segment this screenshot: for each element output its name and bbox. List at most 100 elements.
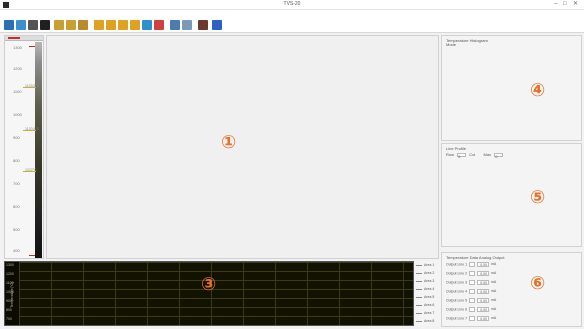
scale-tick: 400 [13, 248, 20, 253]
line-profile-label: ⑤ [530, 187, 546, 208]
camera-icon[interactable] [16, 20, 26, 30]
output-line-checkbox[interactable] [469, 262, 476, 267]
trend-label: ③ [201, 274, 217, 295]
analog-output-label: ⑥ [530, 273, 546, 294]
output-line-row: Output Line 1 0.00 mA [446, 262, 496, 267]
output-line-unit: mA [491, 271, 497, 276]
book-icon[interactable] [198, 20, 208, 30]
measure-area-icon[interactable] [66, 20, 76, 30]
output-line-checkbox[interactable] [469, 307, 476, 312]
thermal-image-view[interactable]: ① [46, 35, 439, 259]
scale-marker-label: 1120.5°C [25, 127, 40, 131]
trend-y-title: Temperature(°C) [10, 282, 14, 308]
scale-tick: 700 [13, 181, 20, 186]
legend-item[interactable]: Area 6 [416, 303, 434, 310]
output-line-row: Output Line 4 0.00 mA [446, 289, 496, 294]
legend-item[interactable]: Area 8 [416, 319, 434, 326]
scale-min-marker[interactable] [29, 255, 35, 256]
row-value: 0 [458, 153, 461, 159]
row-input[interactable]: 0 [457, 152, 467, 159]
output-line-row: Output Line 6 0.00 mA [446, 307, 496, 312]
output-line-checkbox[interactable] [469, 271, 476, 276]
freeze-icon[interactable] [28, 20, 38, 30]
legend-item[interactable]: Area 3 [416, 279, 434, 286]
output-line-row: Output Line 2 0.00 mA [446, 271, 496, 276]
output-line-value[interactable]: 0.00 [477, 298, 490, 303]
output-line-unit: mA [491, 280, 497, 285]
scale-tick: 600 [13, 204, 20, 209]
image-view-label: ① [221, 132, 237, 153]
image-icon[interactable] [142, 20, 152, 30]
legend-item[interactable]: Area 7 [416, 311, 434, 318]
scale-tick: 1200 [13, 66, 22, 71]
max-input[interactable]: 0 [494, 152, 504, 159]
analog-output-title: Temperature Data Analog Output [446, 255, 505, 260]
print-icon[interactable] [170, 20, 180, 30]
legend-item[interactable]: Area 1 [416, 263, 434, 270]
scale-indicator [8, 37, 20, 39]
output-line-value[interactable]: 0.00 [477, 271, 490, 276]
scale-marker-label: 1133.5°C [25, 84, 40, 88]
window-title: TVS-20 [283, 1, 301, 7]
output-line-row: Output Line 5 0.00 mA [446, 298, 496, 303]
output-line-value[interactable]: 0.00 [477, 289, 490, 294]
scale-tick: 1100 [13, 89, 22, 94]
legend-item[interactable]: Area 2 [416, 271, 434, 278]
scale-max-marker[interactable] [29, 46, 35, 47]
legend-item[interactable]: Area 5 [416, 295, 434, 302]
temperature-histogram-panel: Temperature Histogram Mode ④ [441, 35, 582, 141]
save-as-icon[interactable] [130, 20, 140, 30]
title-bar: TVS-20 – □ ✕ [0, 0, 584, 10]
output-line-value[interactable]: 0.00 [477, 262, 490, 267]
scale-tick: 800 [13, 158, 20, 163]
output-line-checkbox[interactable] [469, 316, 476, 321]
trend-y-tick: 800 [6, 308, 12, 312]
output-line-row: Output Line 7 0.00 mA [446, 316, 496, 321]
copy-icon[interactable] [182, 20, 192, 30]
output-line-unit: mA [491, 298, 497, 303]
output-line-label: Output Line 6 [446, 307, 468, 312]
max-value: 0 [495, 153, 498, 159]
output-line-unit: mA [491, 289, 497, 294]
max-label: Max [483, 152, 492, 157]
legend-item[interactable]: Area 4 [416, 287, 434, 294]
output-line-value[interactable]: 0.00 [477, 316, 490, 321]
histogram-label: ④ [530, 80, 546, 101]
close-button[interactable]: ✕ [573, 1, 578, 8]
save-icon[interactable] [118, 20, 128, 30]
video-icon[interactable] [154, 20, 164, 30]
output-line-row: Output Line 3 0.00 mA [446, 280, 496, 285]
palette-icon[interactable] [40, 20, 50, 30]
scale-tick: 900 [13, 135, 20, 140]
scale-marker-label: 1022°C [25, 168, 37, 172]
output-line-checkbox[interactable] [469, 289, 476, 294]
scale-tick: 1000 [13, 112, 22, 117]
col-label: Col [469, 152, 476, 157]
output-line-label: Output Line 1 [446, 262, 468, 267]
output-line-checkbox[interactable] [469, 298, 476, 303]
output-line-label: Output Line 2 [446, 271, 468, 276]
temperature-trend-chart[interactable]: 1300 1200 1100 1000 900 800 700 Temperat… [4, 261, 414, 326]
output-line-checkbox[interactable] [469, 280, 476, 285]
measure-icon[interactable] [54, 20, 64, 30]
output-line-value[interactable]: 0.00 [477, 307, 490, 312]
trend-legend: Area 1 Area 2 Area 3 Area 4 Area 5 Area … [415, 261, 441, 326]
row-label: Row [446, 152, 455, 157]
line-profile-controls: Row 0 Col Max 0 [446, 152, 505, 159]
output-line-label: Output Line 3 [446, 280, 468, 285]
color-scale-bar[interactable] [35, 42, 42, 258]
folder-icon[interactable] [94, 20, 104, 30]
folder-open-icon[interactable] [106, 20, 116, 30]
output-line-unit: mA [491, 316, 497, 321]
export-icon[interactable] [78, 20, 88, 30]
help-icon[interactable] [212, 20, 222, 30]
maximize-button[interactable]: □ [563, 1, 567, 8]
line-profile-title: Line Profile [446, 146, 467, 151]
menu-bar: Scene(O) Display(P) Palette Adjust Color… [0, 10, 584, 24]
temperature-scale-panel: 1300 1200 1100 1000 900 800 700 600 500 … [4, 35, 44, 259]
output-line-value[interactable]: 0.00 [477, 280, 490, 285]
open-icon[interactable] [4, 20, 14, 30]
scale-tick: 1300 [13, 45, 22, 50]
minimize-button[interactable]: – [554, 1, 557, 8]
output-line-unit: mA [491, 262, 497, 267]
